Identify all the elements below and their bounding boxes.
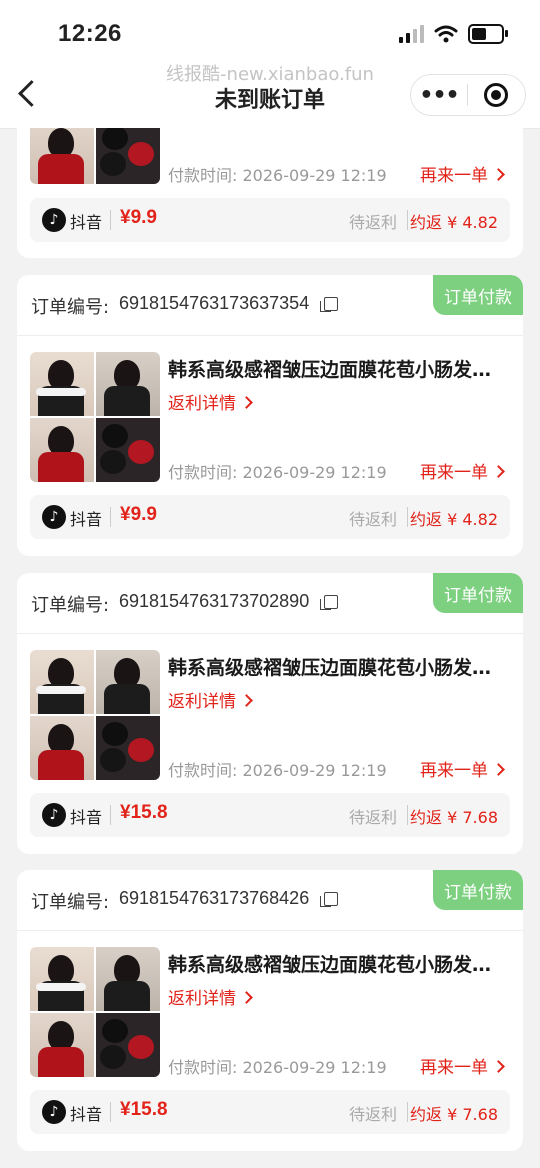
- rebate-info-bar: ♪ 抖音 ¥15.8 待返利 约返 ¥ 7.68: [30, 1090, 510, 1134]
- mini-program-capsule: •••: [410, 74, 526, 116]
- order-header: 订单编号: 6918154763173637354 订单付款: [17, 275, 523, 336]
- divider: [407, 210, 408, 230]
- order-number: 6918154763173768426: [119, 888, 310, 908]
- product-thumbnail[interactable]: [30, 352, 160, 482]
- more-menu-button[interactable]: •••: [411, 83, 467, 108]
- divider: [110, 210, 111, 230]
- divider: [110, 507, 111, 527]
- chevron-right-icon: [492, 168, 505, 181]
- reorder-label: 再来一单: [420, 1058, 488, 1078]
- product-title[interactable]: 韩系高级感褶皱压边面膜花苞小肠发…: [168, 653, 491, 680]
- order-paid-badge: 订单付款: [433, 573, 523, 613]
- order-price: ¥9.9: [120, 504, 157, 525]
- chevron-right-icon: [240, 396, 253, 409]
- copy-icon[interactable]: [320, 892, 338, 907]
- order-number-label: 订单编号:: [31, 892, 110, 913]
- signal-icon: [399, 25, 424, 43]
- estimated-rebate: 约返 ¥ 4.82: [410, 213, 498, 232]
- chevron-right-icon: [240, 694, 253, 707]
- order-price: ¥15.8: [120, 802, 168, 823]
- copy-icon[interactable]: [320, 297, 338, 312]
- chevron-right-icon: [492, 763, 505, 776]
- platform-label: 抖音: [70, 808, 103, 827]
- order-header: 订单编号: 6918154763173702890 订单付款: [17, 573, 523, 634]
- rebate-details-label: 返利详情: [168, 989, 236, 1009]
- order-number-label: 订单编号:: [31, 297, 110, 318]
- order-number: 6918154763173702890: [119, 591, 310, 611]
- douyin-icon: ♪: [42, 505, 66, 529]
- status-label: 待返利: [348, 808, 397, 827]
- divider: [110, 805, 111, 825]
- douyin-icon: ♪: [42, 208, 66, 232]
- status-label: 待返利: [348, 510, 397, 529]
- pay-time: 付款时间: 2026-09-29 12:19: [168, 1058, 387, 1077]
- product-title[interactable]: 韩系高级感褶皱压边面膜花苞小肠发…: [168, 950, 491, 977]
- douyin-icon: ♪: [42, 1100, 66, 1124]
- status-time: 12:26: [58, 20, 122, 47]
- order-price: ¥9.9: [120, 207, 157, 228]
- reorder-button[interactable]: 再来一单: [420, 161, 505, 186]
- order-number: 6918154763173637354: [119, 293, 310, 313]
- product-thumbnail[interactable]: [30, 650, 160, 780]
- reorder-button[interactable]: 再来一单: [420, 1053, 505, 1078]
- reorder-label: 再来一单: [420, 761, 488, 781]
- order-card: 订单编号: 6918154763173768426 订单付款 韩系高级感褶皱压边…: [17, 870, 523, 1151]
- rebate-details-link[interactable]: 返利详情: [168, 389, 253, 414]
- product-thumbnail[interactable]: [30, 947, 160, 1077]
- divider: [407, 507, 408, 527]
- reorder-button[interactable]: 再来一单: [420, 756, 505, 781]
- divider: [110, 1102, 111, 1122]
- order-card: 付款时间: 2026-09-29 12:19 再来一单 ♪ 抖音 ¥9.9 待返…: [17, 128, 523, 258]
- rebate-details-link[interactable]: 返利详情: [168, 687, 253, 712]
- rebate-info-bar: ♪ 抖音 ¥15.8 待返利 约返 ¥ 7.68: [30, 793, 510, 837]
- reorder-label: 再来一单: [420, 463, 488, 483]
- product-title[interactable]: 韩系高级感褶皱压边面膜花苞小肠发…: [168, 355, 491, 382]
- close-mini-program-button[interactable]: [468, 83, 524, 107]
- estimated-rebate: 约返 ¥ 7.68: [410, 1105, 498, 1124]
- rebate-details-link[interactable]: 返利详情: [168, 984, 253, 1009]
- reorder-label: 再来一单: [420, 166, 488, 186]
- douyin-icon: ♪: [42, 803, 66, 827]
- estimated-rebate: 约返 ¥ 4.82: [410, 510, 498, 529]
- order-paid-badge: 订单付款: [433, 275, 523, 315]
- order-price: ¥15.8: [120, 1099, 168, 1120]
- chevron-right-icon: [240, 991, 253, 1004]
- copy-icon[interactable]: [320, 595, 338, 610]
- chevron-right-icon: [492, 465, 505, 478]
- rebate-info-bar: ♪ 抖音 ¥9.9 待返利 约返 ¥ 4.82: [30, 495, 510, 539]
- estimated-rebate: 约返 ¥ 7.68: [410, 808, 498, 827]
- reorder-button[interactable]: 再来一单: [420, 458, 505, 483]
- rebate-details-label: 返利详情: [168, 692, 236, 712]
- order-number-label: 订单编号:: [31, 595, 110, 616]
- divider: [407, 1102, 408, 1122]
- status-label: 待返利: [348, 213, 397, 232]
- nav-bar: 线报酷-new.xianbao.fun 未到账订单 •••: [0, 56, 540, 129]
- status-label: 待返利: [348, 1105, 397, 1124]
- divider: [407, 805, 408, 825]
- target-icon: [484, 83, 508, 107]
- platform-label: 抖音: [70, 510, 103, 529]
- pay-time: 付款时间: 2026-09-29 12:19: [168, 761, 387, 780]
- order-card: 订单编号: 6918154763173637354 订单付款 韩系高级感褶皱压边…: [17, 275, 523, 556]
- battery-icon: [468, 24, 508, 44]
- wifi-icon: [434, 25, 458, 43]
- status-icons: [399, 24, 508, 44]
- platform-label: 抖音: [70, 213, 103, 232]
- order-header: 订单编号: 6918154763173768426 订单付款: [17, 870, 523, 931]
- order-card: 订单编号: 6918154763173702890 订单付款 韩系高级感褶皱压边…: [17, 573, 523, 854]
- pay-time: 付款时间: 2026-09-29 12:19: [168, 166, 387, 185]
- product-thumbnail[interactable]: [30, 128, 160, 184]
- rebate-details-label: 返利详情: [168, 394, 236, 414]
- platform-label: 抖音: [70, 1105, 103, 1124]
- order-paid-badge: 订单付款: [433, 870, 523, 910]
- pay-time: 付款时间: 2026-09-29 12:19: [168, 463, 387, 482]
- rebate-info-bar: ♪ 抖音 ¥9.9 待返利 约返 ¥ 4.82: [30, 198, 510, 242]
- chevron-right-icon: [492, 1060, 505, 1073]
